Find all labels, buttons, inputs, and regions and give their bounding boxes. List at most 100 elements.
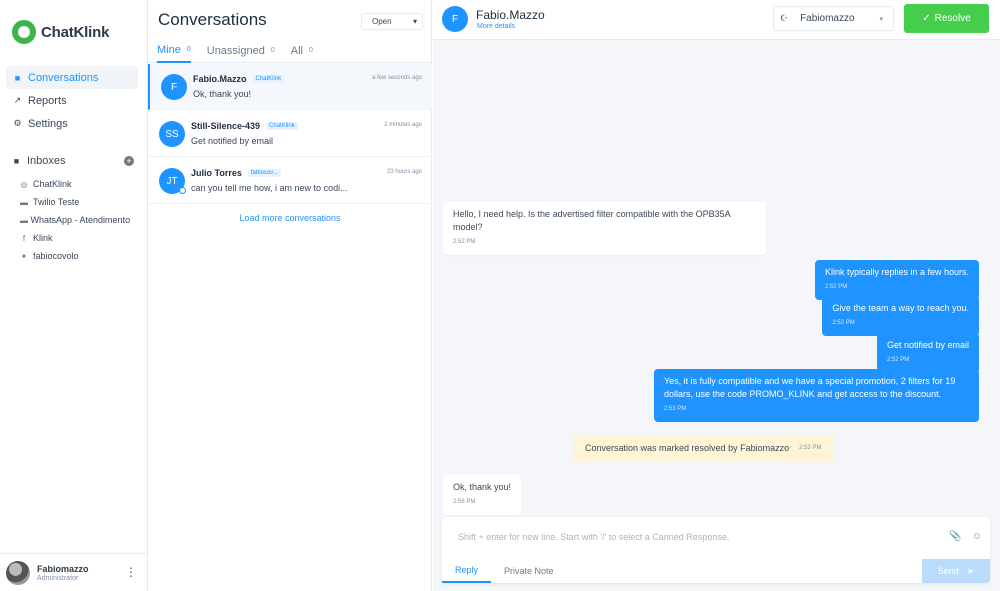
message-text: Get notified by email: [886, 340, 969, 350]
tab-private-note[interactable]: Private Note: [491, 559, 567, 583]
brand-name: ChatKlink: [41, 23, 110, 41]
assignee-select[interactable]: ☪ Fabiomazzo ▾: [773, 6, 894, 31]
page-title: Conversations: [158, 10, 267, 29]
contact-name: Fabio.Mazzo: [193, 74, 247, 84]
twitter-icon: ✦: [20, 252, 28, 261]
chat-panel: F Fabio.Mazzo More details ☪ Fabiomazzo …: [433, 0, 1000, 591]
brand[interactable]: ChatKlink: [12, 20, 109, 44]
message-time: 2:56 PM: [453, 499, 476, 505]
chart-icon: ↗: [13, 95, 22, 105]
avatar: F: [161, 74, 187, 100]
nav-item-reports[interactable]: ↗ Reports: [6, 89, 138, 112]
status-filter-value: Open: [372, 17, 392, 26]
last-message: Get notified by email: [191, 136, 274, 146]
reply-composer: Shift + enter for new line. Start with '…: [442, 517, 990, 583]
conversation-item[interactable]: F Fabio.Mazzo ChatKlink a few seconds ag…: [148, 64, 432, 110]
tab-unassigned[interactable]: Unassigned 0: [207, 38, 275, 63]
message-input[interactable]: Shift + enter for new line. Start with '…: [458, 532, 729, 542]
message-time: 2:52 PM: [824, 284, 848, 290]
tab-reply[interactable]: Reply: [442, 559, 492, 583]
tab-label: Unassigned: [206, 44, 265, 57]
avatar: SS: [159, 121, 185, 147]
main-nav: ■ Conversations ↗ Reports ⚙ Settings: [6, 66, 138, 135]
activity-message: Conversation was marked resolved by Fabi…: [573, 435, 834, 461]
tab-count: 0: [308, 47, 313, 54]
globe-icon: ◎: [20, 180, 28, 189]
tab-all[interactable]: All 0: [291, 38, 313, 63]
add-inbox-icon[interactable]: +: [124, 156, 134, 166]
inbox-item-twilio-teste[interactable]: ▬ Twilio Teste: [20, 196, 138, 209]
emoji-icon[interactable]: ☺: [972, 531, 982, 542]
inbox-item-whatsapp-atendimento[interactable]: ▬ WhatsApp - Atendimento: [20, 214, 138, 227]
nav-item-label: Conversations: [28, 71, 99, 84]
last-message: Ok, thank you!: [193, 89, 252, 99]
message-time: 2:52 PM: [886, 357, 910, 363]
inbox-item-klink[interactable]: f Klink: [20, 232, 138, 245]
send-label: Send: [937, 566, 959, 576]
check-icon: ✓: [922, 13, 931, 24]
activity-time: 2:53 PM: [799, 445, 822, 451]
facebook-icon: f: [22, 234, 26, 243]
attachment-icon[interactable]: 📎: [949, 531, 961, 542]
timestamp: a few seconds ago: [371, 75, 422, 81]
avatar-julio-torres: JT: [159, 168, 186, 194]
outgoing-message: Klink typically replies in a few hours. …: [814, 260, 979, 300]
settings-icon: ⚙: [13, 118, 22, 128]
tab-label: Mine: [157, 43, 181, 56]
inbox-badge: ChatKlink: [252, 75, 285, 83]
conversation-list-panel: Conversations Open ▾ Mine 0 Unassigned 0…: [148, 0, 432, 591]
message-text: Klink typically replies in a few hours.: [824, 267, 969, 277]
more-details-link[interactable]: More details: [477, 23, 515, 30]
user-profile[interactable]: Fabiomazzo Administrator ⋮: [0, 553, 147, 591]
inbox-icon: ■: [13, 156, 20, 166]
message-text: Ok, thank you!: [453, 482, 512, 492]
message-text: Yes, it is fully compatible and we have …: [664, 376, 956, 399]
activity-text: Conversation was marked resolved by Fabi…: [585, 443, 790, 453]
status-filter-select[interactable]: Open ▾: [361, 13, 423, 30]
load-more-link[interactable]: Load more conversations: [148, 213, 432, 223]
tab-mine[interactable]: Mine 0: [157, 38, 191, 63]
send-button[interactable]: Send ➤: [922, 559, 990, 583]
contact-name: Fabio.Mazzo: [476, 8, 545, 22]
inbox-label: WhatsApp - Atendimento: [30, 215, 131, 225]
inbox-badge: ChatKlink: [266, 122, 298, 130]
avatar: F: [442, 6, 468, 32]
outgoing-message: Give the team a way to reach you. 2:52 P…: [822, 296, 979, 336]
nav-item-settings[interactable]: ⚙ Settings: [6, 112, 138, 135]
contact-name: Still-Silence-439: [191, 121, 261, 131]
tab-count: 0: [186, 46, 191, 53]
inbox-item-fabiocovolo[interactable]: ✦ fabiocovolo: [20, 250, 138, 263]
message-text: Give the team a way to reach you.: [832, 303, 969, 313]
inboxes-label: Inboxes: [27, 155, 66, 167]
conversation-item[interactable]: JT Julio Torres fabiocov... 23 hours ago…: [148, 158, 432, 204]
headphones-icon: ☪: [780, 13, 789, 23]
message-text: Hello, I need help. Is the advertised fi…: [453, 209, 731, 232]
chat-icon: ■: [14, 72, 21, 83]
tab-count: 0: [270, 47, 275, 54]
whatsapp-icon: ▬: [20, 216, 28, 225]
contact-name: Julio Torres: [191, 168, 242, 178]
assignee-name: Fabiomazzo: [800, 13, 855, 24]
inbox-item-chatklink[interactable]: ◎ ChatKlink: [20, 178, 138, 191]
inbox-label: fabiocovolo: [33, 251, 79, 261]
more-options-icon[interactable]: ⋮: [125, 566, 137, 578]
inbox-list: ◎ ChatKlink ▬ Twilio Teste ▬ WhatsApp - …: [20, 178, 138, 268]
profile-role: Administrator: [37, 574, 79, 582]
caret-down-icon: ▾: [879, 15, 883, 23]
sidebar: ChatKlink ■ Conversations ↗ Reports ⚙ Se…: [0, 0, 148, 591]
conversation-tabs: Mine 0 Unassigned 0 All 0: [148, 38, 432, 63]
sms-icon: ▬: [20, 198, 28, 207]
incoming-message: Hello, I need help. Is the advertised fi…: [443, 202, 766, 255]
inbox-label: Klink: [33, 233, 53, 243]
nav-item-conversations[interactable]: ■ Conversations: [6, 66, 138, 89]
inbox-label: ChatKlink: [33, 179, 72, 189]
avatar: [6, 560, 30, 585]
outgoing-message: Yes, it is fully compatible and we have …: [654, 369, 979, 422]
inbox-label: Twilio Teste: [33, 197, 80, 207]
conversation-item[interactable]: SS Still-Silence-439 ChatKlink 2 minutes…: [148, 111, 432, 157]
message-time: 2:52 PM: [832, 320, 855, 326]
caret-down-icon: ▾: [412, 17, 417, 26]
message-time: 2:52 PM: [453, 239, 476, 245]
resolve-button[interactable]: ✓ Resolve: [904, 4, 989, 33]
inboxes-header: ■ Inboxes +: [12, 155, 134, 167]
